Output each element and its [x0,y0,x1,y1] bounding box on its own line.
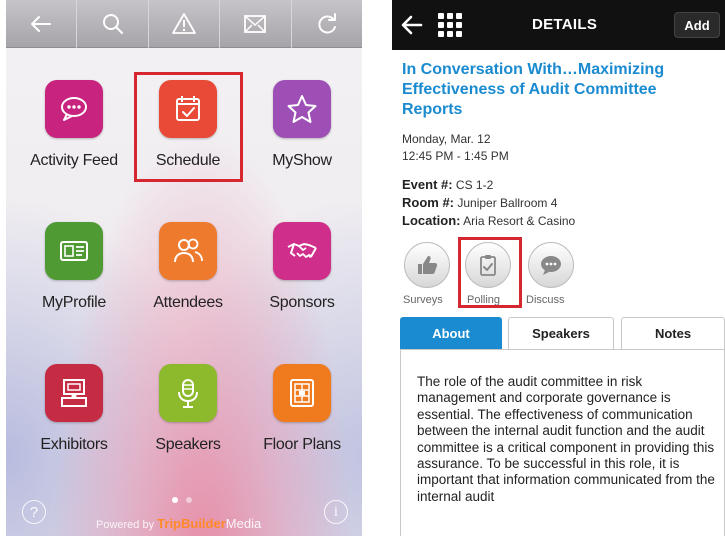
session-title: In Conversation With…Maximizing Effectiv… [402,61,665,118]
room-value: Juniper Ballroom 4 [457,196,558,210]
tile-myshow[interactable]: MyShow [242,80,362,200]
tile-label: Speakers [155,436,221,453]
alert-icon [172,13,196,34]
star-icon [287,95,317,123]
people-icon [174,238,203,263]
page-dot [186,497,192,503]
handshake-icon [287,243,317,259]
session-date: Monday, Mar. 12 [402,132,491,146]
help-button[interactable]: ? [22,500,46,524]
about-panel: The role of the audit committee in risk … [400,349,725,536]
floor-plans-tile-icon-bg [273,364,331,422]
attendees-tile-icon-bg [159,222,217,280]
tile-label: Activity Feed [30,152,118,169]
booth-icon [61,379,87,407]
tile-sponsors[interactable]: Sponsors [242,222,362,342]
sponsors-tile-icon-bg [273,222,331,280]
tab-about[interactable]: About [400,317,502,349]
schedule-highlight-box [134,72,243,182]
tile-label: MyShow [272,152,332,169]
alerts-button[interactable] [149,0,221,48]
tile-label: Attendees [153,294,223,311]
add-button[interactable]: Add [674,12,720,38]
myshow-tile-icon-bg [273,80,331,138]
event-row: Event #: CS 1-2 [402,176,575,194]
header-title: DETAILS [532,16,598,33]
grid-menu-icon[interactable] [438,13,462,37]
powered-prefix: Powered by [96,519,158,531]
discuss-button[interactable] [528,242,574,288]
page-indicator [172,497,192,503]
search-icon [102,14,123,35]
back-arrow-icon[interactable] [400,13,424,37]
surveys-button[interactable] [404,242,450,288]
room-row: Room #: Juniper Ballroom 4 [402,194,575,212]
tile-attendees[interactable]: Attendees [128,222,248,342]
location-value: Aria Resort & Casino [463,214,576,228]
messages-button[interactable] [220,0,292,48]
speakers-tile-icon-bg [159,364,217,422]
tile-label: Exhibitors [40,436,108,453]
microphone-icon [178,379,198,408]
event-label: Event #: [402,177,453,192]
info-button[interactable]: i [324,500,348,524]
chat-bubble-icon [61,97,87,121]
room-label: Room #: [402,195,454,210]
tab-notes[interactable]: Notes [621,317,725,349]
tile-floor-plans[interactable]: Floor Plans [242,364,362,484]
myprofile-tile-icon-bg [45,222,103,280]
chat-bubble-icon [541,256,561,275]
thumbs-up-icon [418,256,438,274]
tile-activity-feed[interactable]: Activity Feed [14,80,134,200]
details-header: DETAILS Add [392,0,725,50]
tile-label: MyProfile [42,294,106,311]
home-footer: ? Powered by TripBuilderMedia i [6,492,362,536]
activity-feed-tile-icon-bg [45,80,103,138]
session-time: 12:45 PM - 1:45 PM [402,149,509,163]
right-phone-details-screen: DETAILS Add In Conversation With…Maximiz… [392,0,725,536]
back-button[interactable] [6,0,78,48]
discuss-label: Discuss [526,294,565,306]
tile-speakers[interactable]: Speakers [128,364,248,484]
page-dot-active [172,497,178,503]
tile-exhibitors[interactable]: Exhibitors [14,364,134,484]
refresh-icon [318,13,336,34]
tile-myprofile[interactable]: MyProfile [14,222,134,342]
about-text: The role of the audit committee in risk … [417,374,715,504]
location-label: Location: [402,213,461,228]
details-tabs: About Speakers Notes [400,317,725,349]
powered-by-text: Powered by TripBuilderMedia [96,516,261,531]
back-arrow-icon [31,16,52,32]
search-button[interactable] [77,0,149,48]
left-phone-home-screen: Activity Feed Schedule MyShow MyProfile … [6,0,362,536]
id-card-icon [60,241,88,261]
exhibitors-tile-icon-bg [45,364,103,422]
event-value: CS 1-2 [455,178,494,192]
session-datetime: Monday, Mar. 12 12:45 PM - 1:45 PM [402,131,509,165]
surveys-label: Surveys [403,294,443,306]
tile-label: Floor Plans [263,436,341,453]
mail-icon [244,15,267,33]
session-meta: Event #: CS 1-2 Room #: Juniper Ballroom… [402,176,575,230]
location-row: Location: Aria Resort & Casino [402,212,575,230]
brand-suffix: Media [225,516,262,531]
refresh-button[interactable] [292,0,362,48]
polling-highlight-box [458,237,522,308]
floor-plan-icon [290,379,314,407]
top-toolbar [6,0,362,48]
tile-label: Sponsors [269,294,335,311]
tab-speakers[interactable]: Speakers [508,317,614,349]
brand-name: TripBuilder [157,516,226,531]
